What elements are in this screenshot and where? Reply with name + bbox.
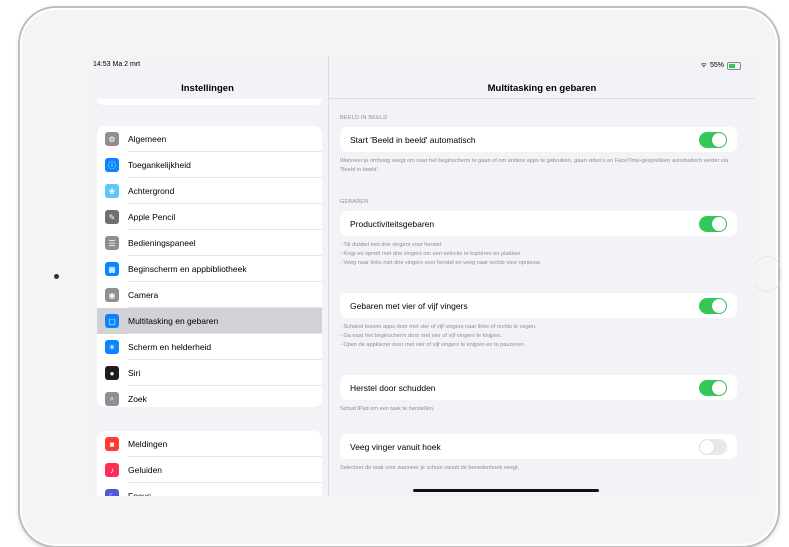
- footer-line: - Knijp en spreid met drie vingers om ee…: [340, 251, 522, 257]
- sidebar-group-general: ⚙ Algemeen ⓘ Toegankelijkheid ❀ Achtergrond ✎ A…: [97, 126, 322, 407]
- notifications-icon: ■: [105, 437, 119, 451]
- status-clock: 14:53: [93, 61, 111, 68]
- home-button-outline: [752, 256, 782, 292]
- status-date: Ma 2 mrt: [112, 61, 141, 68]
- sidebar-item-meldingen[interactable]: ■ Meldingen: [97, 431, 322, 457]
- sidebar-item-label: Achtergrond: [128, 186, 175, 196]
- siri-icon: ●: [105, 366, 119, 380]
- status-time: 14:53 Ma 2 mrt: [93, 61, 140, 68]
- sidebar-item-apple-pencil[interactable]: ✎ Apple Pencil: [97, 204, 322, 230]
- pip-label: Start 'Beeld in beeld' automatisch: [350, 135, 476, 145]
- sidebar-item-geluiden[interactable]: ♪ Geluiden: [97, 457, 322, 483]
- sidebar-item-scherm-en-helderheid[interactable]: ☀ Scherm en helderheid: [97, 334, 322, 360]
- sidebar-title: Instellingen: [181, 83, 234, 94]
- control-center-icon: ☰: [105, 236, 119, 250]
- corner-swipe-footer: Selecteer de taak voor wanneer je schuin…: [340, 465, 520, 471]
- four-five-finger-gestures-toggle[interactable]: [699, 298, 727, 314]
- four-five-finger-gestures-footer: - Schakel tussen apps door met vier of v…: [340, 323, 730, 350]
- brightness-icon: ☀: [105, 340, 119, 354]
- footer-line: - Veeg naar links met drie vingers voor …: [340, 260, 541, 266]
- productivity-gestures-row[interactable]: Productiviteitsgebaren: [340, 211, 737, 236]
- sidebar-item-focus[interactable]: ☾ Focus: [97, 483, 322, 496]
- multitasking-icon: ▢: [105, 314, 119, 328]
- productivity-gestures-toggle[interactable]: [699, 216, 727, 232]
- battery-percent: 55%: [709, 62, 724, 69]
- battery-icon: [727, 61, 741, 70]
- sidebar-item-beginscherm-en-appbibliotheek[interactable]: ▦ Beginscherm en appbibliotheek: [97, 256, 322, 282]
- four-five-finger-gestures-row[interactable]: Gebaren met vier of vijf vingers: [340, 293, 737, 318]
- pip-footer: Wanneer je omhoog veegt om naar het begi…: [340, 158, 729, 173]
- sidebar-item-label: Geluiden: [128, 465, 163, 475]
- sidebar-item-label: Algemeen: [128, 134, 167, 144]
- footer-line: - Open de appkiezer door met vier of vij…: [340, 342, 526, 348]
- sidebar-item-label: Scherm en helderheid: [128, 342, 212, 352]
- productivity-gestures-label: Productiviteitsgebaren: [350, 219, 435, 229]
- pencil-icon: ✎: [105, 210, 119, 224]
- wallpaper-icon: ❀: [105, 184, 119, 198]
- shake-to-undo-label: Herstel door schudden: [350, 383, 436, 393]
- corner-swipe-row[interactable]: Veeg vinger vanuit hoek: [340, 434, 737, 459]
- footer-line: - Tik dubbel met drie vingers voor herst…: [340, 242, 443, 248]
- sidebar-group-edge: [97, 99, 322, 105]
- productivity-gestures-footer: - Tik dubbel met drie vingers voor herst…: [340, 241, 730, 268]
- footer-line: - Ga naar het beginscherm door met vier …: [340, 333, 502, 339]
- four-five-finger-gestures-label: Gebaren met vier of vijf vingers: [350, 301, 468, 311]
- section-header-picture-in-picture: BEELD IN BEELD: [340, 115, 388, 121]
- accessibility-icon: ⓘ: [105, 158, 119, 172]
- sidebar-item-achtergrond[interactable]: ❀ Achtergrond: [97, 178, 322, 204]
- corner-swipe-toggle[interactable]: [699, 439, 727, 455]
- pip-toggle[interactable]: [699, 132, 727, 148]
- search-icon: ⌕: [105, 392, 119, 406]
- sidebar-item-label: Focus: [128, 491, 152, 496]
- home-screen-icon: ▦: [105, 262, 119, 276]
- focus-icon: ☾: [105, 489, 119, 496]
- sidebar-item-camera[interactable]: ◉ Camera: [97, 282, 322, 308]
- sidebar-item-label: Zoek: [128, 394, 147, 404]
- shake-to-undo-row[interactable]: Herstel door schudden: [340, 375, 737, 400]
- shake-to-undo-toggle[interactable]: [699, 380, 727, 396]
- sidebar-group-notifications: ■ Meldingen ♪ Geluiden ☾ Focus: [97, 431, 322, 496]
- detail-title: Multitasking en gebaren: [487, 83, 597, 94]
- header-divider: [329, 98, 755, 99]
- detail-pane: Multitasking en gebaren BEELD IN BEELD S…: [329, 56, 755, 496]
- sidebar-item-bedieningspaneel[interactable]: ☰ Bedieningspaneel: [97, 230, 322, 256]
- wifi-icon: ᯤ: [700, 62, 707, 69]
- sidebar-item-label: Meldingen: [128, 439, 168, 449]
- sidebar-item-label: Toegankelijkheid: [128, 160, 191, 170]
- sidebar-item-algemeen[interactable]: ⚙ Algemeen: [97, 126, 322, 152]
- settings-sidebar: Instellingen ⚙ Algemeen ⓘ Toegankelijkheid ❀…: [87, 56, 329, 496]
- sidebar-item-label: Bedieningspaneel: [128, 238, 196, 248]
- sounds-icon: ♪: [105, 463, 119, 477]
- status-indicators: ᯤ 55%: [701, 61, 741, 70]
- footer-line: - Schakel tussen apps door met vier of v…: [340, 324, 537, 330]
- status-bar: 14:53 Ma 2 mrt ᯤ 55%: [87, 56, 755, 72]
- section-header-gestures: GEBAREN: [340, 199, 369, 205]
- sidebar-item-label: Beginscherm en appbibliotheek: [128, 264, 247, 274]
- pip-row[interactable]: Start 'Beeld in beeld' automatisch: [340, 127, 737, 152]
- sidebar-item-label: Camera: [128, 290, 159, 300]
- camera-icon: ◉: [105, 288, 119, 302]
- shake-to-undo-footer: Schud iPad om een taak te herstellen.: [340, 406, 435, 412]
- sidebar-item-label: Siri: [128, 368, 141, 378]
- front-camera: [54, 274, 59, 279]
- sidebar-item-multitasking-en-gebaren[interactable]: ▢ Multitasking en gebaren: [97, 308, 322, 334]
- sidebar-item-label: Apple Pencil: [128, 212, 176, 222]
- sidebar-item-label: Multitasking en gebaren: [128, 316, 219, 326]
- screen: Instellingen ⚙ Algemeen ⓘ Toegankelijkheid ❀…: [87, 56, 755, 496]
- sidebar-item-siri[interactable]: ● Siri: [97, 360, 322, 386]
- corner-swipe-label: Veeg vinger vanuit hoek: [350, 442, 441, 452]
- sidebar-item-toegankelijkheid[interactable]: ⓘ Toegankelijkheid: [97, 152, 322, 178]
- home-indicator[interactable]: [413, 489, 599, 492]
- gear-icon: ⚙: [105, 132, 119, 146]
- sidebar-item-zoek[interactable]: ⌕ Zoek: [97, 386, 322, 407]
